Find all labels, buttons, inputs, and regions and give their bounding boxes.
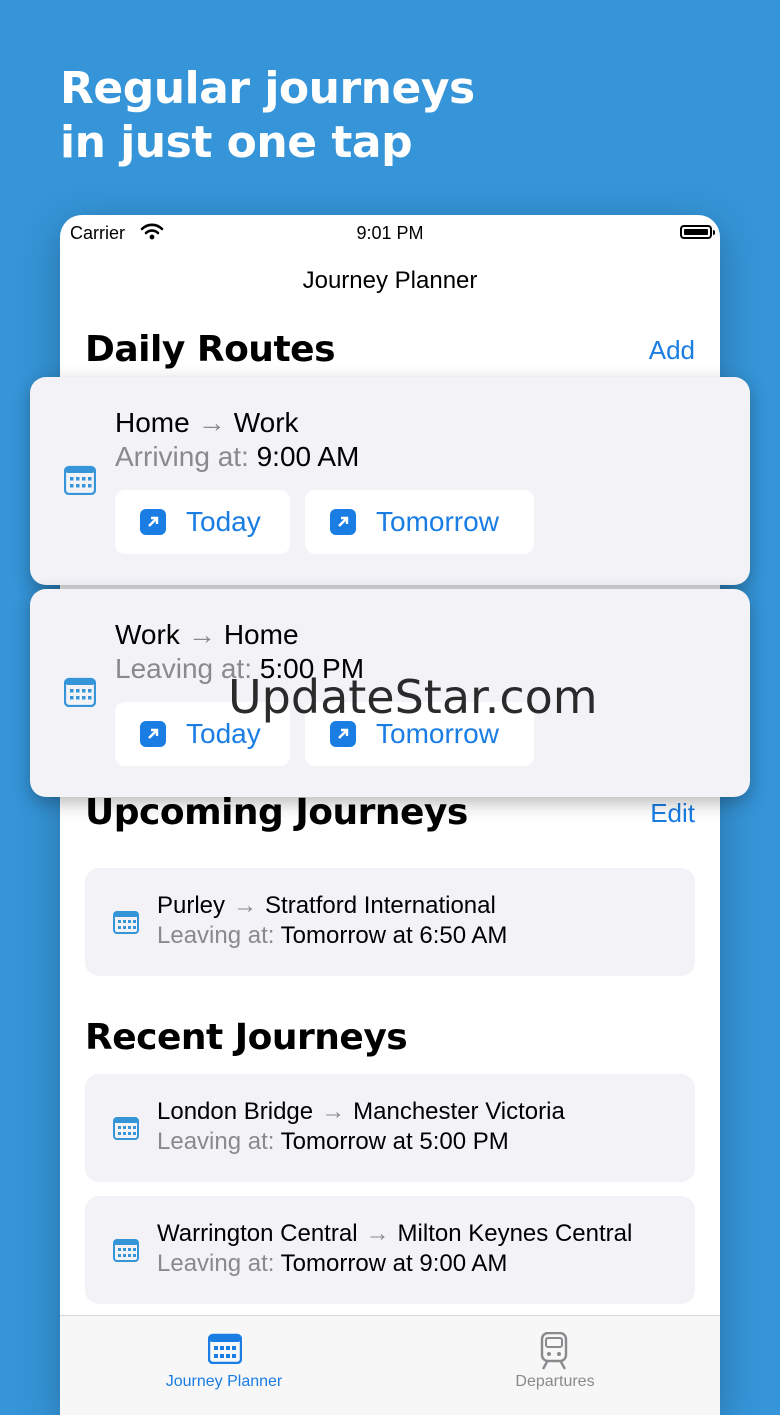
edit-upcoming-button[interactable]: Edit [650, 798, 695, 829]
calendar-icon [113, 1238, 139, 1267]
arrow-up-right-icon [140, 509, 166, 535]
headline-line-1: Regular journeys [60, 63, 475, 114]
route-time: Arriving at: 9:00 AM [115, 441, 359, 473]
daily-routes-heading: Daily Routes [85, 329, 336, 370]
arrow-right-icon: → [365, 1220, 390, 1247]
time-label: Arriving at: [115, 441, 249, 472]
arrow-right-icon: → [197, 407, 226, 438]
arrow-up-right-icon [330, 509, 356, 535]
origin-station: Purley [157, 892, 226, 919]
upcoming-journey-card[interactable]: Purley → Stratford International Leaving a… [85, 868, 695, 976]
watermark: UpdateStar.com [228, 670, 598, 724]
time-value: Tomorrow at 9:00 AM [280, 1250, 508, 1277]
battery-icon [680, 225, 715, 239]
train-icon [539, 1331, 569, 1375]
time-value: Tomorrow at 6:50 AM [280, 922, 508, 949]
time-value: 9:00 AM [256, 441, 360, 472]
promo-headline: Regular journeys in just one tap [60, 62, 475, 170]
tab-bar: Journey Planner Departures [60, 1315, 720, 1415]
route-destination: Home [223, 619, 299, 650]
today-label: Today [186, 506, 261, 537]
headline-line-2: in just one tap [60, 117, 413, 168]
calendar-icon [113, 910, 139, 939]
time-label: Leaving at: [157, 1250, 275, 1277]
status-time: 9:01 PM [356, 223, 424, 243]
origin-station: Warrington Central [157, 1220, 358, 1247]
calendar-icon [113, 1116, 139, 1145]
recent-journey-card[interactable]: Warrington Central → Milton Keynes Central… [85, 1196, 695, 1304]
calendar-icon [63, 677, 97, 712]
status-bar: Carrier 9:01 PM [60, 215, 720, 251]
route-origin: Home [115, 407, 190, 438]
daily-route-card[interactable]: Home → Work Arriving at: 9:00 AM Today Tom… [30, 377, 750, 585]
calendar-icon [63, 465, 97, 500]
calendar-icon [207, 1332, 243, 1369]
time-value: Tomorrow at 5:00 PM [280, 1128, 509, 1155]
nav-title: Journey Planner [302, 267, 478, 294]
tab-label: Departures [515, 1373, 595, 1390]
time-label: Leaving at: [157, 922, 275, 949]
tomorrow-label: Tomorrow [376, 506, 499, 537]
add-route-button[interactable]: Add [649, 335, 695, 366]
route-name: Work → Home [115, 619, 299, 651]
journey-route: Purley → Stratford International [157, 892, 496, 920]
tomorrow-button[interactable]: Tomorrow [305, 490, 534, 554]
time-label: Leaving at: [157, 1128, 275, 1155]
route-name: Home → Work [115, 407, 299, 439]
arrow-up-right-icon [140, 721, 166, 747]
arrow-right-icon: → [233, 892, 258, 919]
recent-journeys-heading: Recent Journeys [85, 1017, 408, 1058]
route-destination: Work [233, 407, 299, 438]
origin-station: London Bridge [157, 1098, 314, 1125]
journey-time: Leaving at: Tomorrow at 6:50 AM [157, 922, 507, 950]
destination-station: Stratford International [265, 892, 496, 919]
route-origin: Work [115, 619, 180, 650]
journey-time: Leaving at: Tomorrow at 9:00 AM [157, 1250, 507, 1278]
recent-journey-card[interactable]: London Bridge → Manchester Victoria Leavin… [85, 1074, 695, 1182]
arrow-right-icon: → [321, 1098, 346, 1125]
journey-route: London Bridge → Manchester Victoria [157, 1098, 565, 1126]
tab-label: Journey Planner [165, 1373, 283, 1390]
destination-station: Milton Keynes Central [397, 1220, 633, 1247]
arrow-right-icon: → [187, 619, 216, 650]
destination-station: Manchester Victoria [353, 1098, 565, 1125]
journey-time: Leaving at: Tomorrow at 5:00 PM [157, 1128, 509, 1156]
journey-route: Warrington Central → Milton Keynes Central [157, 1220, 632, 1248]
arrow-up-right-icon [330, 721, 356, 747]
upcoming-journeys-heading: Upcoming Journeys [85, 792, 468, 833]
today-button[interactable]: Today [115, 490, 290, 554]
